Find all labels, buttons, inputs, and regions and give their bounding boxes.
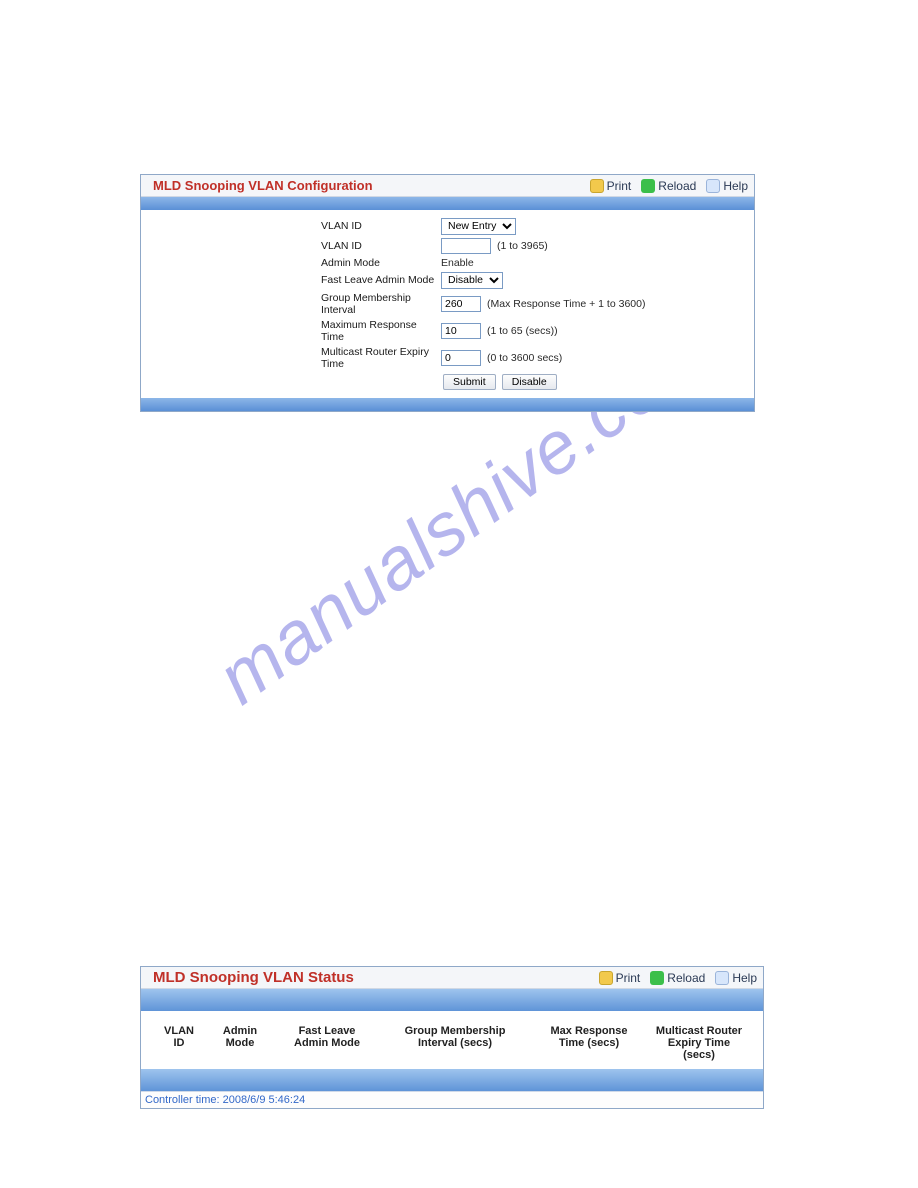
col-mrt: Max Response Time (secs)	[531, 1025, 647, 1061]
help-button[interactable]: Help	[706, 179, 748, 193]
print-icon	[590, 179, 604, 193]
gmi-input[interactable]	[441, 296, 481, 312]
mrt-label: Maximum Response Time	[141, 319, 441, 343]
status-titlebar: MLD Snooping VLAN Status Print Reload He…	[141, 967, 763, 989]
fast-leave-select[interactable]: Disable	[441, 272, 503, 289]
row-admin-mode: Admin Mode Enable	[141, 255, 754, 270]
fast-leave-label: Fast Leave Admin Mode	[141, 274, 441, 286]
vlan-id-text-label: VLAN ID	[141, 240, 441, 252]
mrt-input[interactable]	[441, 323, 481, 339]
controller-time: Controller time: 2008/6/9 5:46:24	[141, 1091, 763, 1108]
config-title: MLD Snooping VLAN Configuration	[153, 178, 580, 193]
row-gmi: Group Membership Interval (Max Response …	[141, 290, 754, 317]
status-panel: MLD Snooping VLAN Status Print Reload He…	[140, 966, 764, 1109]
status-title: MLD Snooping VLAN Status	[153, 969, 589, 986]
print-label: Print	[607, 179, 632, 193]
gmi-label: Group Membership Interval	[141, 292, 441, 316]
reload-label-2: Reload	[667, 971, 705, 985]
mret-label: Multicast Router Expiry Time	[141, 346, 441, 370]
admin-mode-value: Enable	[441, 257, 474, 269]
help-button-2[interactable]: Help	[715, 971, 757, 985]
mret-input[interactable]	[441, 350, 481, 366]
print-button-2[interactable]: Print	[599, 971, 641, 985]
mret-hint: (0 to 3600 secs)	[487, 352, 562, 364]
reload-label: Reload	[658, 179, 696, 193]
vlan-id-hint: (1 to 3965)	[497, 240, 548, 252]
disable-button[interactable]: Disable	[502, 374, 557, 390]
help-label-2: Help	[732, 971, 757, 985]
vlan-id-select[interactable]: New Entry	[441, 218, 516, 235]
help-icon	[706, 179, 720, 193]
row-fast-leave: Fast Leave Admin Mode Disable	[141, 270, 754, 290]
reload-icon	[650, 971, 664, 985]
decorative-bar-2	[141, 989, 763, 1011]
config-form: VLAN ID New Entry VLAN ID (1 to 3965) Ad…	[141, 210, 754, 398]
vlan-id-select-label: VLAN ID	[141, 220, 441, 232]
row-mret: Multicast Router Expiry Time (0 to 3600 …	[141, 344, 754, 371]
decorative-bar-bottom	[141, 398, 754, 411]
col-mret: Multicast Router Expiry Time (secs)	[647, 1025, 751, 1061]
button-row: Submit Disable	[141, 371, 754, 395]
print-button[interactable]: Print	[590, 179, 632, 193]
status-table-header: VLAN ID Admin Mode Fast Leave Admin Mode…	[141, 1011, 763, 1069]
col-gmi: Group Membership Interval (secs)	[379, 1025, 531, 1061]
vlan-id-input[interactable]	[441, 238, 491, 254]
print-label-2: Print	[616, 971, 641, 985]
gmi-hint: (Max Response Time + 1 to 3600)	[487, 298, 645, 310]
help-label: Help	[723, 179, 748, 193]
row-vlan-id-select: VLAN ID New Entry	[141, 216, 754, 236]
config-panel: MLD Snooping VLAN Configuration Print Re…	[140, 174, 755, 412]
reload-icon	[641, 179, 655, 193]
help-icon	[715, 971, 729, 985]
mrt-hint: (1 to 65 (secs))	[487, 325, 558, 337]
col-fast-leave: Fast Leave Admin Mode	[275, 1025, 379, 1061]
config-titlebar: MLD Snooping VLAN Configuration Print Re…	[141, 175, 754, 197]
decorative-bar	[141, 197, 754, 210]
col-vlan-id: VLAN ID	[153, 1025, 205, 1061]
reload-button[interactable]: Reload	[641, 179, 696, 193]
print-icon	[599, 971, 613, 985]
reload-button-2[interactable]: Reload	[650, 971, 705, 985]
admin-mode-label: Admin Mode	[141, 257, 441, 269]
decorative-bar-3	[141, 1069, 763, 1091]
col-admin-mode: Admin Mode	[205, 1025, 275, 1061]
submit-button[interactable]: Submit	[443, 374, 496, 390]
row-vlan-id-text: VLAN ID (1 to 3965)	[141, 236, 754, 255]
row-mrt: Maximum Response Time (1 to 65 (secs))	[141, 317, 754, 344]
